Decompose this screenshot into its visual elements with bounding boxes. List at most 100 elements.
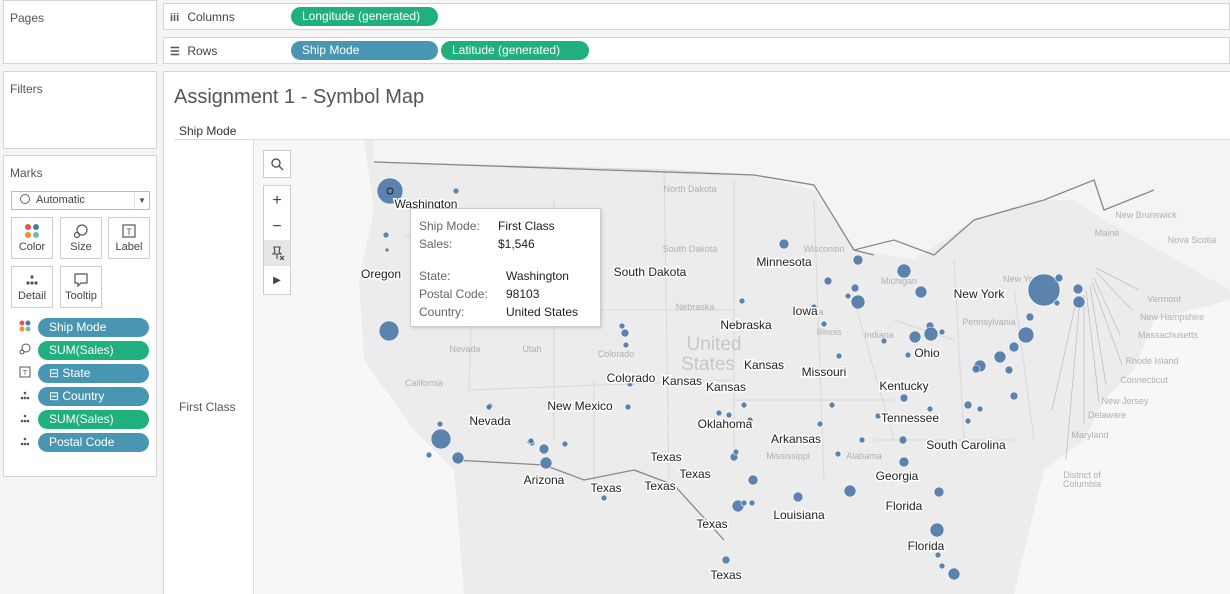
map-canvas[interactable]: North Dakota South Dakota Nebraska Nevada Ut…: [254, 140, 1230, 594]
rows-shelf[interactable]: ☰ Rows Ship Mode Latitude (generated): [163, 37, 1230, 64]
symbol-map[interactable]: North Dakota South Dakota Nebraska Nevada Ut…: [254, 140, 1230, 594]
sales-mark[interactable]: [904, 351, 912, 359]
field-pill[interactable]: ⊟ State: [38, 364, 149, 383]
sales-mark[interactable]: [622, 341, 630, 349]
filters-card[interactable]: Filters: [3, 71, 157, 149]
sales-mark[interactable]: [732, 448, 740, 456]
sales-mark[interactable]: [938, 562, 946, 570]
sales-mark[interactable]: [618, 322, 626, 330]
detail-button[interactable]: Detail: [11, 266, 53, 308]
sales-mark[interactable]: [914, 285, 928, 299]
sales-mark[interactable]: [485, 403, 493, 411]
sales-mark[interactable]: [436, 420, 444, 428]
search-icon[interactable]: [264, 151, 290, 177]
mark-type-dropdown[interactable]: Automatic ▼: [11, 191, 150, 210]
sales-mark[interactable]: [561, 440, 569, 448]
sales-mark[interactable]: [1009, 391, 1019, 401]
sales-mark[interactable]: [964, 417, 972, 425]
mark-field-state[interactable]: T ⊟ State: [14, 363, 152, 383]
sales-mark[interactable]: [1004, 365, 1014, 375]
sales-mark[interactable]: [452, 187, 460, 195]
mark-field-postal-code[interactable]: Postal Code: [14, 432, 152, 452]
search-tool[interactable]: [263, 150, 291, 178]
latitude-pill[interactable]: Latitude (generated): [441, 41, 589, 60]
sales-mark[interactable]: [792, 491, 804, 503]
sales-mark[interactable]: [908, 330, 922, 344]
sales-mark[interactable]: [1072, 295, 1086, 309]
sales-mark[interactable]: [898, 456, 910, 468]
zoom-out-icon[interactable]: −: [264, 214, 290, 240]
sales-mark[interactable]: [1008, 341, 1020, 353]
mark-field-ship-mode[interactable]: Ship Mode: [14, 317, 152, 337]
size-button[interactable]: Size: [60, 217, 102, 259]
mark-field-country[interactable]: ⊟ Country: [14, 386, 152, 406]
sales-mark[interactable]: [778, 238, 790, 250]
sales-mark[interactable]: [938, 328, 946, 336]
sales-mark[interactable]: [1025, 312, 1035, 322]
sales-mark[interactable]: [430, 428, 452, 450]
sales-mark[interactable]: [899, 393, 909, 403]
reset-pin-icon[interactable]: [264, 240, 290, 266]
sales-mark[interactable]: [1054, 273, 1064, 283]
zoom-in-icon[interactable]: +: [264, 188, 290, 214]
sales-mark[interactable]: [539, 456, 553, 470]
sales-mark[interactable]: [823, 276, 833, 286]
sales-mark[interactable]: [1053, 299, 1061, 307]
field-pill[interactable]: Postal Code: [38, 433, 149, 452]
mark-field-sum-sales-detail[interactable]: SUM(Sales): [14, 409, 152, 429]
sales-mark[interactable]: [451, 451, 465, 465]
sales-mark[interactable]: [850, 283, 860, 293]
sales-mark[interactable]: [740, 499, 748, 507]
sales-mark[interactable]: [721, 555, 731, 565]
sales-mark[interactable]: [947, 567, 961, 581]
sales-mark[interactable]: [384, 247, 390, 253]
sales-mark[interactable]: [923, 326, 939, 342]
expand-arrow-icon[interactable]: ▶: [264, 268, 290, 294]
sales-mark[interactable]: [624, 403, 632, 411]
sales-mark[interactable]: [976, 405, 984, 413]
color-button[interactable]: Color: [11, 217, 53, 259]
sales-mark[interactable]: [425, 451, 433, 459]
field-pill[interactable]: SUM(Sales): [38, 341, 149, 360]
field-pill[interactable]: Ship Mode: [38, 318, 149, 337]
sales-mark[interactable]: [835, 352, 843, 360]
sales-mark[interactable]: [1017, 326, 1035, 344]
sales-mark[interactable]: [929, 522, 945, 538]
sales-mark[interactable]: [816, 420, 824, 428]
sales-mark[interactable]: [738, 297, 746, 305]
longitude-pill[interactable]: Longitude (generated): [291, 7, 438, 26]
field-pill[interactable]: SUM(Sales): [38, 410, 149, 429]
sales-mark[interactable]: [600, 494, 608, 502]
sales-mark[interactable]: [850, 294, 866, 310]
columns-shelf[interactable]: iii Columns Longitude (generated): [163, 3, 1230, 30]
sales-mark[interactable]: [527, 437, 535, 445]
sales-mark[interactable]: [747, 474, 759, 486]
tooltip-button[interactable]: Tooltip: [60, 266, 102, 308]
sales-mark[interactable]: [858, 436, 866, 444]
sales-mark[interactable]: [620, 328, 630, 338]
sales-mark[interactable]: [993, 350, 1007, 364]
sales-mark[interactable]: [971, 364, 981, 374]
sales-mark[interactable]: [382, 231, 390, 239]
sales-mark[interactable]: [896, 263, 912, 279]
sales-mark[interactable]: [844, 292, 852, 300]
sales-mark[interactable]: [880, 337, 888, 345]
sales-mark[interactable]: [834, 450, 842, 458]
sales-mark[interactable]: [538, 443, 550, 455]
sales-mark[interactable]: [898, 435, 908, 445]
ship-mode-pill[interactable]: Ship Mode: [291, 41, 438, 60]
sales-mark[interactable]: [378, 320, 400, 342]
mark-field-sum-sales-size[interactable]: SUM(Sales): [14, 340, 152, 360]
field-pill[interactable]: ⊟ Country: [38, 387, 149, 406]
sales-mark[interactable]: [715, 409, 723, 417]
sales-mark[interactable]: [820, 320, 828, 328]
sales-mark[interactable]: [843, 484, 857, 498]
sales-mark[interactable]: [740, 401, 748, 409]
sales-mark[interactable]: [852, 254, 864, 266]
sales-mark[interactable]: [1072, 283, 1084, 295]
pages-card[interactable]: Pages: [3, 0, 157, 64]
label-button[interactable]: T Label: [108, 217, 150, 259]
sales-mark[interactable]: [748, 499, 756, 507]
sales-mark[interactable]: [963, 400, 973, 410]
sales-mark[interactable]: [828, 401, 836, 409]
